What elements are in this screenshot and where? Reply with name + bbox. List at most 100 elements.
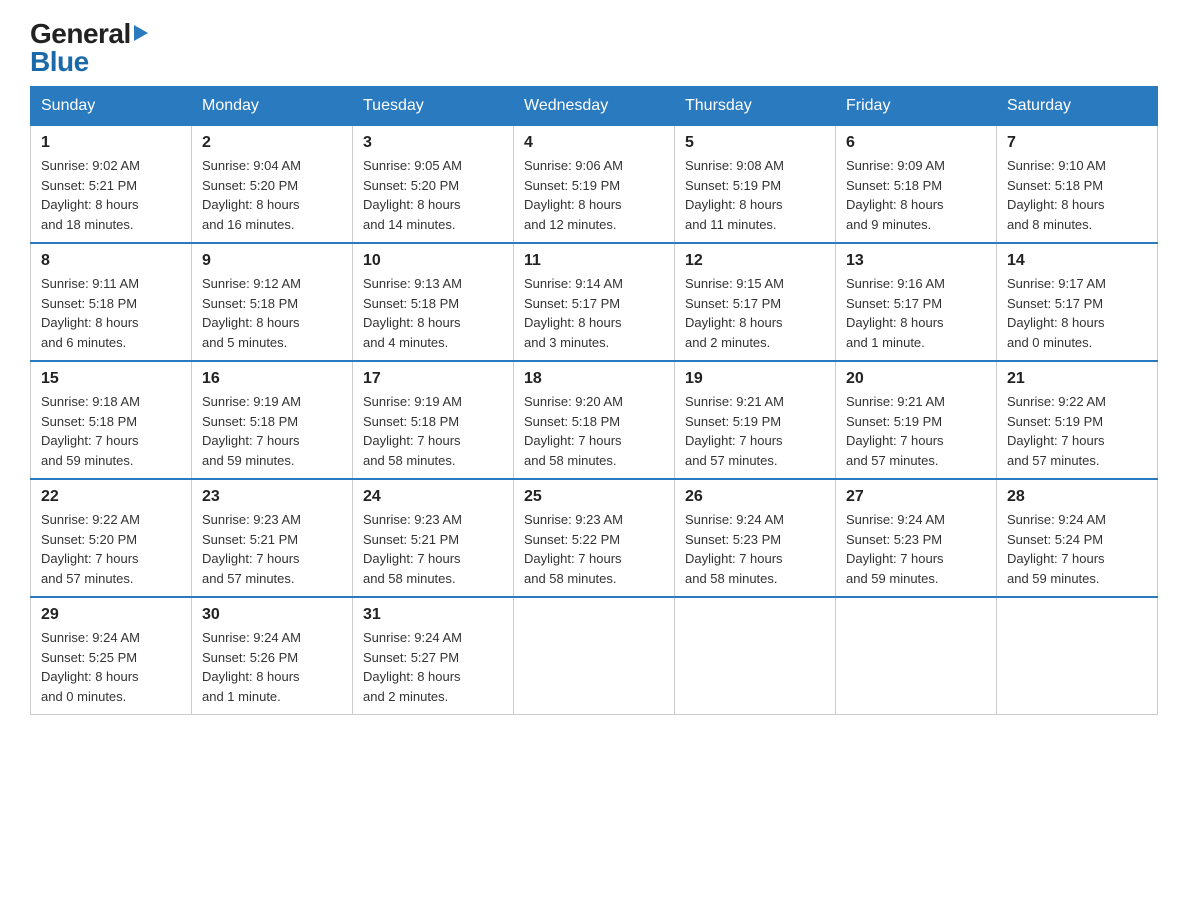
calendar-table: SundayMondayTuesdayWednesdayThursdayFrid… xyxy=(30,86,1158,715)
day-number: 9 xyxy=(202,252,342,270)
calendar-cell: 5 Sunrise: 9:08 AMSunset: 5:19 PMDaylight… xyxy=(675,126,836,244)
day-number: 8 xyxy=(41,252,181,270)
calendar-cell xyxy=(997,597,1158,715)
day-info: Sunrise: 9:19 AMSunset: 5:18 PMDaylight:… xyxy=(363,394,462,468)
header-monday: Monday xyxy=(192,87,353,126)
day-info: Sunrise: 9:17 AMSunset: 5:17 PMDaylight:… xyxy=(1007,276,1106,350)
logo-arrow-icon xyxy=(134,25,148,41)
day-number: 6 xyxy=(846,134,986,152)
calendar-cell: 18 Sunrise: 9:20 AMSunset: 5:18 PMDayligh… xyxy=(514,361,675,479)
day-number: 16 xyxy=(202,370,342,388)
calendar-cell: 19 Sunrise: 9:21 AMSunset: 5:19 PMDayligh… xyxy=(675,361,836,479)
day-info: Sunrise: 9:08 AMSunset: 5:19 PMDaylight:… xyxy=(685,158,784,232)
calendar-cell: 3Sunrise: 9:05 AMSunset: 5:20 PMDaylight… xyxy=(353,126,514,244)
day-number: 10 xyxy=(363,252,503,270)
calendar-cell: 12Sunrise: 9:15 AMSunset: 5:17 PMDayligh… xyxy=(675,243,836,361)
day-info: Sunrise: 9:24 AMSunset: 5:23 PMDaylight:… xyxy=(846,512,945,586)
day-info: Sunrise: 9:24 AMSunset: 5:23 PMDaylight:… xyxy=(685,512,784,586)
header-wednesday: Wednesday xyxy=(514,87,675,126)
day-info: Sunrise: 9:16 AMSunset: 5:17 PMDaylight:… xyxy=(846,276,945,350)
day-number: 29 xyxy=(41,606,181,624)
day-info: Sunrise: 9:20 AMSunset: 5:18 PMDaylight:… xyxy=(524,394,623,468)
calendar-week-4: 22Sunrise: 9:22 AMSunset: 5:20 PMDayligh… xyxy=(31,479,1158,597)
day-info: Sunrise: 9:09 AMSunset: 5:18 PMDaylight:… xyxy=(846,158,945,232)
day-info: Sunrise: 9:10 AMSunset: 5:18 PMDaylight:… xyxy=(1007,158,1106,232)
calendar-cell: 8 Sunrise: 9:11 AMSunset: 5:18 PMDaylight… xyxy=(31,243,192,361)
day-number: 13 xyxy=(846,252,986,270)
calendar-cell: 20 Sunrise: 9:21 AMSunset: 5:19 PMDayligh… xyxy=(836,361,997,479)
day-info: Sunrise: 9:15 AMSunset: 5:17 PMDaylight:… xyxy=(685,276,784,350)
calendar-cell xyxy=(836,597,997,715)
calendar-week-1: 1 Sunrise: 9:02 AMSunset: 5:21 PMDaylight… xyxy=(31,126,1158,244)
calendar-cell: 13 Sunrise: 9:16 AMSunset: 5:17 PMDayligh… xyxy=(836,243,997,361)
day-info: Sunrise: 9:13 AMSunset: 5:18 PMDaylight:… xyxy=(363,276,462,350)
day-info: Sunrise: 9:21 AMSunset: 5:19 PMDaylight:… xyxy=(846,394,945,468)
calendar-header-row: SundayMondayTuesdayWednesdayThursdayFrid… xyxy=(31,87,1158,126)
calendar-cell: 22Sunrise: 9:22 AMSunset: 5:20 PMDayligh… xyxy=(31,479,192,597)
calendar-cell: 7 Sunrise: 9:10 AMSunset: 5:18 PMDaylight… xyxy=(997,126,1158,244)
day-number: 23 xyxy=(202,488,342,506)
calendar-cell: 17 Sunrise: 9:19 AMSunset: 5:18 PMDayligh… xyxy=(353,361,514,479)
day-number: 28 xyxy=(1007,488,1147,506)
day-number: 30 xyxy=(202,606,342,624)
day-info: Sunrise: 9:11 AMSunset: 5:18 PMDaylight:… xyxy=(41,276,139,350)
day-number: 31 xyxy=(363,606,503,624)
day-info: Sunrise: 9:21 AMSunset: 5:19 PMDaylight:… xyxy=(685,394,784,468)
day-info: Sunrise: 9:23 AMSunset: 5:22 PMDaylight:… xyxy=(524,512,623,586)
day-number: 14 xyxy=(1007,252,1147,270)
calendar-cell: 21 Sunrise: 9:22 AMSunset: 5:19 PMDayligh… xyxy=(997,361,1158,479)
calendar-week-2: 8 Sunrise: 9:11 AMSunset: 5:18 PMDaylight… xyxy=(31,243,1158,361)
logo-general-text: General xyxy=(30,20,131,48)
day-info: Sunrise: 9:22 AMSunset: 5:19 PMDaylight:… xyxy=(1007,394,1106,468)
calendar-cell: 6 Sunrise: 9:09 AMSunset: 5:18 PMDaylight… xyxy=(836,126,997,244)
day-number: 3 xyxy=(363,134,503,152)
logo-line1: General xyxy=(30,20,148,48)
day-info: Sunrise: 9:18 AMSunset: 5:18 PMDaylight:… xyxy=(41,394,140,468)
calendar-cell: 2Sunrise: 9:04 AMSunset: 5:20 PMDaylight… xyxy=(192,126,353,244)
calendar-week-3: 15 Sunrise: 9:18 AMSunset: 5:18 PMDayligh… xyxy=(31,361,1158,479)
day-number: 21 xyxy=(1007,370,1147,388)
day-number: 4 xyxy=(524,134,664,152)
calendar-week-5: 29 Sunrise: 9:24 AMSunset: 5:25 PMDayligh… xyxy=(31,597,1158,715)
day-info: Sunrise: 9:12 AMSunset: 5:18 PMDaylight:… xyxy=(202,276,301,350)
header-thursday: Thursday xyxy=(675,87,836,126)
day-info: Sunrise: 9:23 AMSunset: 5:21 PMDaylight:… xyxy=(363,512,462,586)
day-info: Sunrise: 9:23 AMSunset: 5:21 PMDaylight:… xyxy=(202,512,301,586)
day-number: 18 xyxy=(524,370,664,388)
calendar-cell: 30Sunrise: 9:24 AMSunset: 5:26 PMDayligh… xyxy=(192,597,353,715)
day-number: 7 xyxy=(1007,134,1147,152)
day-info: Sunrise: 9:14 AMSunset: 5:17 PMDaylight:… xyxy=(524,276,623,350)
calendar-cell: 9 Sunrise: 9:12 AMSunset: 5:18 PMDaylight… xyxy=(192,243,353,361)
day-info: Sunrise: 9:24 AMSunset: 5:27 PMDaylight:… xyxy=(363,630,462,704)
calendar-cell: 1 Sunrise: 9:02 AMSunset: 5:21 PMDaylight… xyxy=(31,126,192,244)
calendar-cell xyxy=(514,597,675,715)
header-sunday: Sunday xyxy=(31,87,192,126)
header-friday: Friday xyxy=(836,87,997,126)
day-info: Sunrise: 9:06 AMSunset: 5:19 PMDaylight:… xyxy=(524,158,623,232)
day-number: 5 xyxy=(685,134,825,152)
day-info: Sunrise: 9:24 AMSunset: 5:25 PMDaylight:… xyxy=(41,630,140,704)
calendar-cell: 16 Sunrise: 9:19 AMSunset: 5:18 PMDayligh… xyxy=(192,361,353,479)
day-number: 17 xyxy=(363,370,503,388)
day-number: 27 xyxy=(846,488,986,506)
logo: General Blue xyxy=(30,20,148,76)
day-number: 11 xyxy=(524,252,664,270)
day-info: Sunrise: 9:04 AMSunset: 5:20 PMDaylight:… xyxy=(202,158,301,232)
calendar-cell: 24 Sunrise: 9:23 AMSunset: 5:21 PMDayligh… xyxy=(353,479,514,597)
day-number: 20 xyxy=(846,370,986,388)
calendar-cell: 11 Sunrise: 9:14 AMSunset: 5:17 PMDayligh… xyxy=(514,243,675,361)
calendar-cell: 28 Sunrise: 9:24 AMSunset: 5:24 PMDayligh… xyxy=(997,479,1158,597)
day-info: Sunrise: 9:19 AMSunset: 5:18 PMDaylight:… xyxy=(202,394,301,468)
calendar-cell: 31 Sunrise: 9:24 AMSunset: 5:27 PMDayligh… xyxy=(353,597,514,715)
day-number: 19 xyxy=(685,370,825,388)
day-number: 24 xyxy=(363,488,503,506)
calendar-cell: 26Sunrise: 9:24 AMSunset: 5:23 PMDayligh… xyxy=(675,479,836,597)
day-info: Sunrise: 9:24 AMSunset: 5:24 PMDaylight:… xyxy=(1007,512,1106,586)
day-number: 1 xyxy=(41,134,181,152)
day-number: 15 xyxy=(41,370,181,388)
day-info: Sunrise: 9:02 AMSunset: 5:21 PMDaylight:… xyxy=(41,158,140,232)
calendar-cell xyxy=(675,597,836,715)
page-header: General Blue xyxy=(30,20,1158,76)
calendar-cell: 25Sunrise: 9:23 AMSunset: 5:22 PMDayligh… xyxy=(514,479,675,597)
header-saturday: Saturday xyxy=(997,87,1158,126)
